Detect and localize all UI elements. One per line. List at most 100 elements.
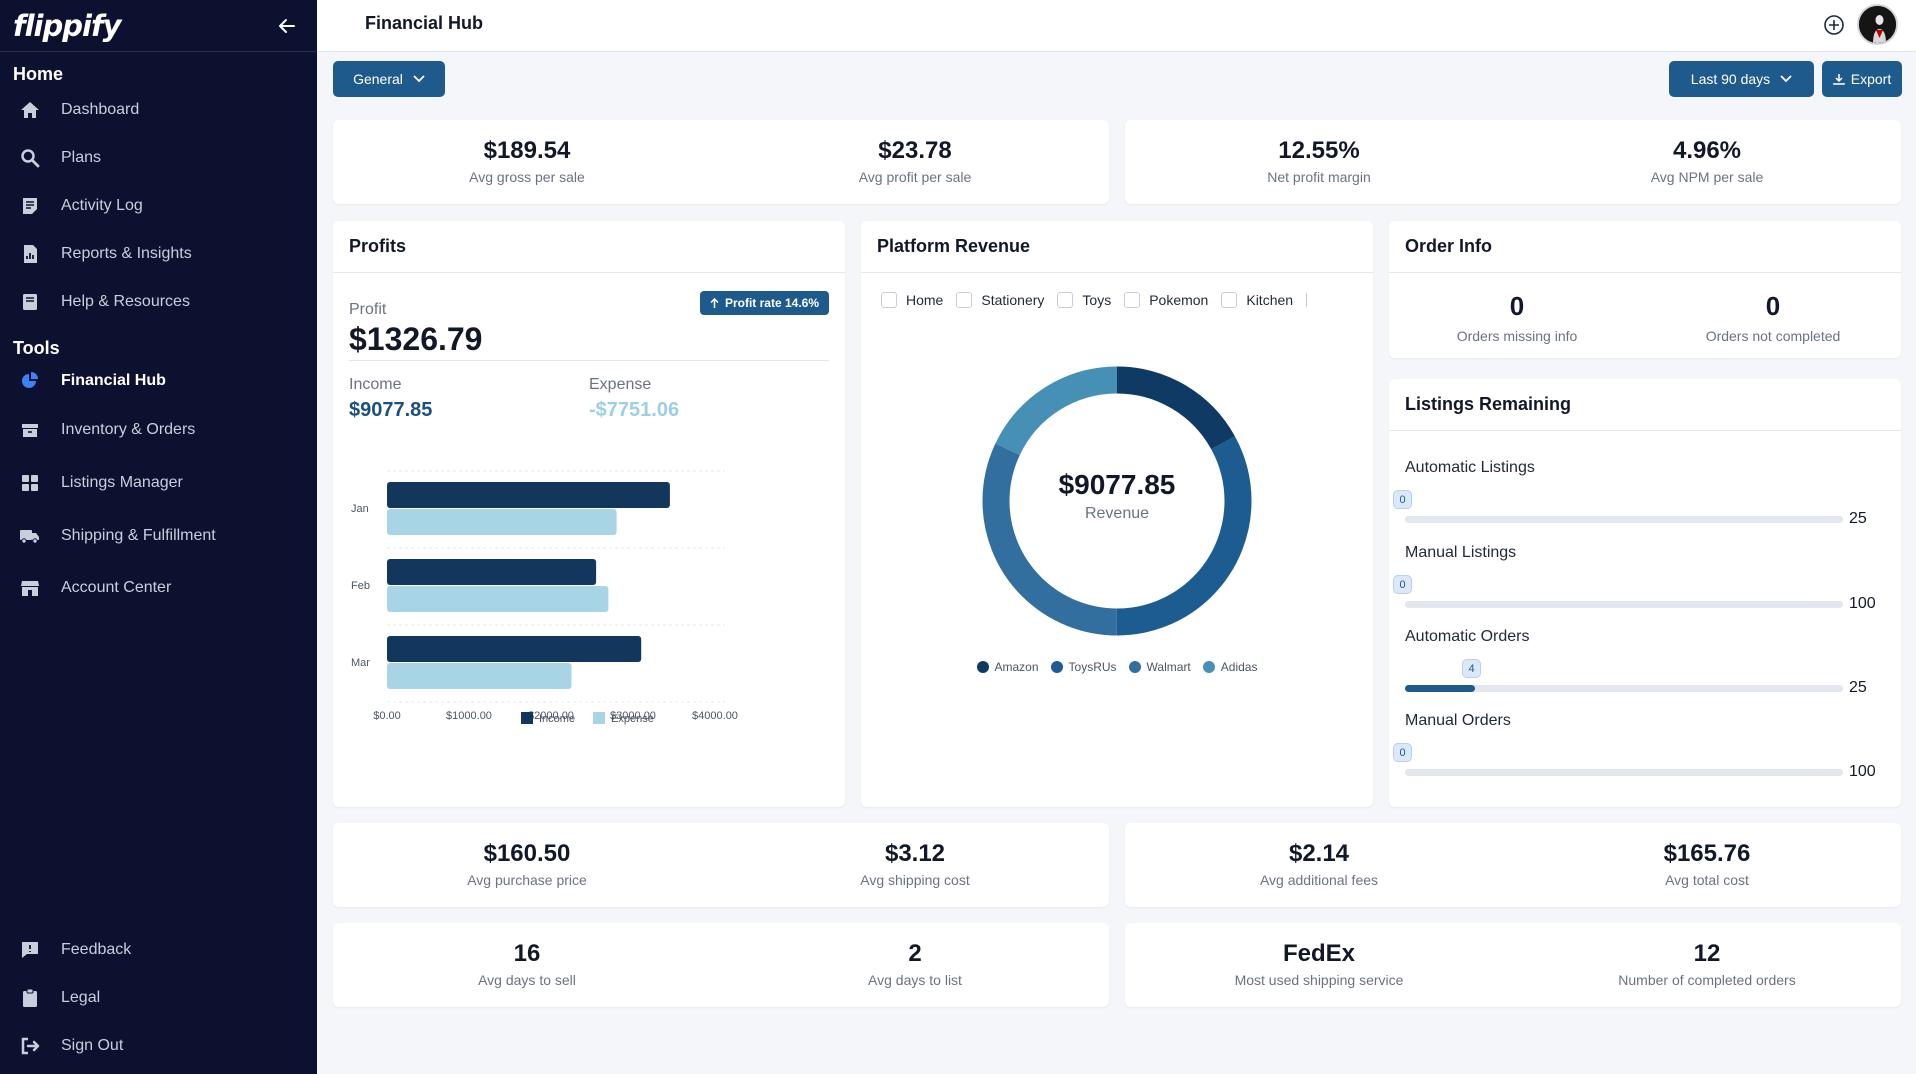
profit-divider bbox=[349, 360, 829, 361]
sidebar-item-label: Account Center bbox=[61, 579, 172, 596]
orders-not-completed: 0 Orders not completed bbox=[1645, 291, 1901, 344]
sidebar-item-label: Help & Resources bbox=[61, 293, 190, 310]
stat-label: Most used shipping service bbox=[1234, 972, 1404, 988]
checkbox[interactable] bbox=[1221, 292, 1238, 308]
stat-label: Avg gross per sale bbox=[469, 169, 585, 185]
collapse-sidebar-button[interactable] bbox=[275, 14, 299, 38]
sidebar-item-shipping[interactable]: Shipping & Fulfillment bbox=[0, 509, 317, 563]
progress-fill bbox=[1405, 685, 1476, 692]
stat-label: Avg shipping cost bbox=[860, 872, 970, 888]
sidebar-item-help[interactable]: Help & Resources bbox=[0, 278, 317, 326]
stat-label: Avg purchase price bbox=[467, 872, 587, 888]
date-range-dropdown[interactable]: Last 90 days bbox=[1669, 61, 1814, 97]
sidebar-item-label: Dashboard bbox=[61, 101, 140, 118]
x-tick-label: $0.00 bbox=[373, 710, 401, 722]
sidebar: flippify Home Dashboard Plans Activity L… bbox=[0, 0, 317, 1074]
sidebar-item-legal[interactable]: Legal bbox=[0, 974, 317, 1022]
stat-value: 12.55% bbox=[1278, 137, 1360, 164]
sidebar-item-reports[interactable]: Reports & Insights bbox=[0, 230, 317, 278]
sidebar-item-dashboard[interactable]: Dashboard bbox=[0, 86, 317, 134]
filter-kitchen[interactable]: Kitchen bbox=[1221, 292, 1293, 308]
automatic-listings-progress bbox=[1405, 516, 1843, 523]
checkbox[interactable] bbox=[881, 292, 897, 308]
x-tick-label: $4000.00 bbox=[692, 710, 738, 722]
category-label: Jan bbox=[351, 503, 369, 515]
pie-chart-icon bbox=[19, 370, 41, 392]
sidebar-item-label: Legal bbox=[61, 989, 101, 1006]
sidebar-item-activity-log[interactable]: Activity Log bbox=[0, 182, 317, 230]
legend-label: Adidas bbox=[1220, 660, 1258, 674]
income-label: Income bbox=[349, 376, 402, 393]
checkbox[interactable] bbox=[956, 292, 973, 308]
legend-swatch bbox=[593, 712, 605, 724]
add-icon[interactable] bbox=[1822, 13, 1846, 37]
category-label: Mar bbox=[351, 657, 370, 669]
stat-avg-profit: $23.78 Avg profit per sale bbox=[721, 120, 1109, 185]
legend-item-toysrus[interactable]: ToysRUs bbox=[1050, 660, 1117, 674]
stat-label: Avg profit per sale bbox=[858, 169, 972, 185]
legend-label: ToysRUs bbox=[1068, 660, 1117, 674]
automatic-listings-label: Automatic Listings bbox=[1405, 459, 1535, 476]
bar-expense-jan bbox=[387, 509, 617, 535]
filter-label: Kitchen bbox=[1246, 292, 1294, 308]
legend-label: Income bbox=[539, 713, 575, 725]
checkbox[interactable] bbox=[1057, 292, 1074, 308]
stat-value: $189.54 bbox=[483, 137, 571, 164]
filter-home[interactable]: Home bbox=[881, 292, 943, 308]
legend-item-adidas[interactable]: Adidas bbox=[1202, 660, 1258, 674]
orders-missing-info: 0 Orders missing info bbox=[1389, 291, 1645, 344]
orders-missing-label: Orders missing info bbox=[1456, 328, 1578, 344]
platform-revenue-title: Platform Revenue bbox=[861, 221, 1373, 273]
days-card: 16 Avg days to sell 2 Avg days to list bbox=[333, 923, 1109, 1007]
category-label: Feb bbox=[351, 580, 370, 592]
filter-label: Home bbox=[906, 292, 944, 308]
category-dropdown[interactable]: General bbox=[333, 61, 445, 97]
manual-listings-label: Manual Listings bbox=[1405, 544, 1517, 561]
stat-avg-total-cost: $165.76 Avg total cost bbox=[1513, 823, 1901, 888]
export-button[interactable]: Export bbox=[1822, 61, 1902, 97]
filter-label: Toys bbox=[1082, 292, 1112, 308]
sidebar-item-label: Sign Out bbox=[61, 1037, 124, 1054]
stat-value: 16 bbox=[513, 940, 541, 967]
bar-expense-feb bbox=[387, 586, 609, 612]
manual-orders-label: Manual Orders bbox=[1405, 712, 1511, 729]
stat-value: FedEx bbox=[1282, 940, 1356, 967]
sidebar-item-inventory-orders[interactable]: Inventory & Orders bbox=[0, 403, 317, 457]
listings-remaining-card: Listings Remaining Automatic Listings 0 … bbox=[1389, 379, 1901, 807]
sidebar-item-financial-hub[interactable]: Financial Hub bbox=[0, 359, 317, 403]
margin-card: 12.55% Net profit margin 4.96% Avg NPM p… bbox=[1125, 120, 1901, 204]
app-logo[interactable]: flippify bbox=[13, 9, 121, 43]
sidebar-item-listings-manager[interactable]: Listings Manager bbox=[0, 457, 317, 509]
sidebar-item-sign-out[interactable]: Sign Out bbox=[0, 1022, 317, 1070]
stat-value: $23.78 bbox=[878, 137, 952, 164]
filter-toys[interactable]: Toys bbox=[1057, 292, 1111, 308]
category-filters: Home Stationery Toys Pokemon Kitchen bbox=[881, 292, 1308, 308]
legend-dot bbox=[1128, 661, 1141, 673]
expense-value: -$7751.06 bbox=[589, 399, 680, 421]
sidebar-item-account-center[interactable]: Account Center bbox=[0, 563, 317, 613]
legend-item-amazon[interactable]: Amazon bbox=[976, 660, 1039, 674]
sidebar-item-feedback[interactable]: Feedback bbox=[0, 926, 317, 974]
legend-label: Walmart bbox=[1146, 660, 1191, 674]
filter-label: Stationery bbox=[981, 292, 1045, 308]
automatic-orders-used: 4 bbox=[1462, 659, 1481, 678]
filter-pokemon[interactable]: Pokemon bbox=[1124, 292, 1208, 308]
category-dropdown-label: General bbox=[353, 71, 403, 87]
avatar[interactable] bbox=[1857, 4, 1898, 45]
stat-label: Net profit margin bbox=[1267, 169, 1371, 185]
sidebar-item-plans[interactable]: Plans bbox=[0, 134, 317, 182]
filter-stationery[interactable]: Stationery bbox=[956, 292, 1044, 308]
stat-value: 12 bbox=[1693, 940, 1721, 967]
checkbox[interactable] bbox=[1124, 292, 1141, 308]
clipboard-icon bbox=[19, 987, 41, 1009]
platform-legend: Amazon ToysRUs Walmart Adidas bbox=[861, 660, 1373, 674]
profit-label: Profit bbox=[349, 301, 387, 318]
help-book-icon bbox=[19, 291, 41, 313]
page-title: Financial Hub bbox=[365, 13, 484, 33]
shipping-orders-card: FedEx Most used shipping service 12 Numb… bbox=[1125, 923, 1901, 1007]
legend-label: Amazon bbox=[994, 660, 1039, 674]
fees-total-card: $2.14 Avg additional fees $165.76 Avg to… bbox=[1125, 823, 1901, 907]
legend-item-walmart[interactable]: Walmart bbox=[1128, 660, 1191, 674]
stat-avg-fees: $2.14 Avg additional fees bbox=[1125, 823, 1513, 888]
profits-card: Profits Profit $1326.79 Profit rate 14.6… bbox=[333, 221, 845, 807]
